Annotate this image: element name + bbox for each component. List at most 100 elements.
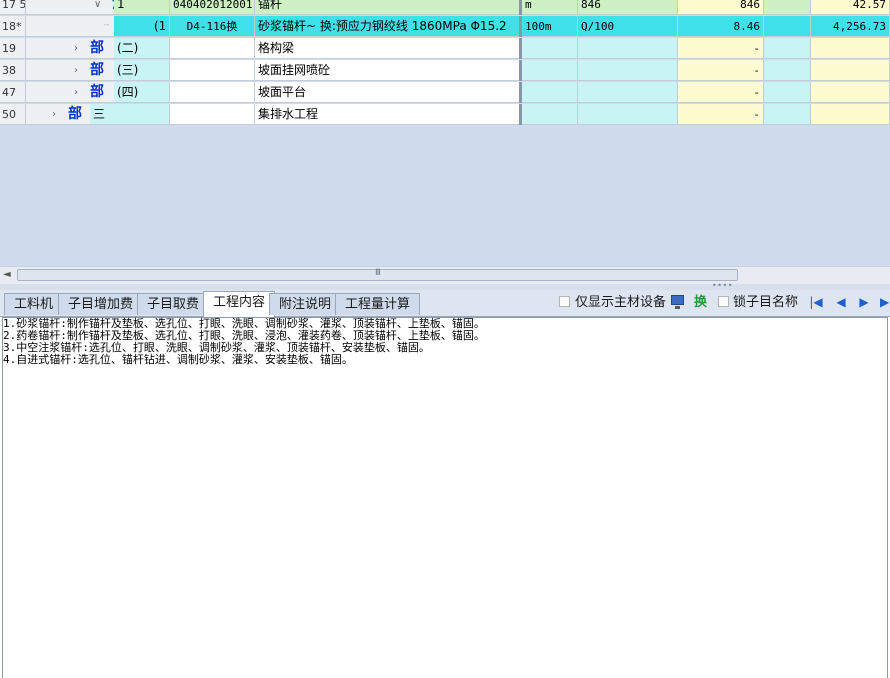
seq-cell[interactable]: 1	[114, 0, 170, 15]
name-cell[interactable]: 坡面平台	[255, 82, 520, 103]
quantity-cell[interactable]: 846	[578, 0, 678, 15]
price-cell[interactable]: -	[678, 82, 764, 103]
lock-item-name-checkbox[interactable]	[718, 296, 729, 307]
chevron-right-icon[interactable]: ›	[74, 60, 78, 80]
price-cell[interactable]: -	[678, 60, 764, 81]
budget-grid: 17 5 ∨ 清 1 040402012001 锚杆 m 846 846 42.…	[0, 0, 890, 128]
quantity-cell[interactable]	[578, 104, 678, 125]
work-content-textarea[interactable]: 1.砂浆锚杆:制作锚杆及垫板、选孔位、打眼、洗眼、调制砂浆、灌浆、顶装锚杆、上垫…	[2, 317, 888, 678]
tab-work-content[interactable]: 工程内容	[203, 291, 276, 317]
code-cell[interactable]	[170, 82, 255, 103]
seq-cell[interactable]: (三)	[114, 60, 170, 81]
row-number: 19	[0, 38, 26, 59]
seq-cell[interactable]: (1	[114, 16, 170, 37]
row-number: 18*	[0, 16, 26, 37]
work-content-line: 4.自进式锚杆:选孔位、锚杆钻进、调制砂浆、灌浆、安装垫板、锚固。	[3, 353, 353, 366]
monitor-icon[interactable]	[671, 295, 684, 309]
type-badge: 部	[90, 62, 104, 78]
unit-cell[interactable]: m	[522, 0, 578, 15]
horizontal-scrollbar[interactable]: ◄ III	[0, 266, 890, 284]
price-cell[interactable]: -	[678, 38, 764, 59]
price-cell[interactable]: -	[678, 104, 764, 125]
previous-record-icon[interactable]: ◀	[834, 294, 848, 310]
table-row[interactable]: 17 5 ∨ 清 1 040402012001 锚杆 m 846 846 42.…	[0, 0, 890, 16]
tab-labor-materials[interactable]: 工料机	[4, 293, 64, 315]
quantity-cell[interactable]	[578, 60, 678, 81]
scroll-left-icon[interactable]: ◄	[3, 269, 11, 280]
name-cell[interactable]: 集排水工程	[255, 104, 520, 125]
code-cell[interactable]	[170, 60, 255, 81]
chevron-right-icon[interactable]: ›	[52, 104, 56, 124]
unit-cell[interactable]	[522, 60, 578, 81]
unit-cell[interactable]: 100m	[522, 16, 578, 37]
code-cell[interactable]	[170, 38, 255, 59]
extra-cell[interactable]	[764, 16, 811, 37]
table-row[interactable]: 19 › 部 (二) 格构梁 -	[0, 38, 890, 60]
tree-cell: › 部	[26, 82, 114, 103]
tree-cell: › 部	[26, 38, 114, 59]
extra-cell[interactable]	[764, 38, 811, 59]
grid-empty-area	[0, 128, 890, 266]
quantity-cell[interactable]	[578, 82, 678, 103]
show-main-materials-checkbox[interactable]	[559, 296, 570, 307]
extra-cell[interactable]	[764, 104, 811, 125]
last-record-icon[interactable]: ▶|	[880, 294, 890, 310]
row-number: 17 5	[0, 0, 26, 15]
name-cell[interactable]: 砂浆锚杆~ 换:预应力钢绞线 1860MPa Φ15.2	[255, 16, 520, 37]
tree-cell: ┈ 子	[26, 16, 114, 37]
unit-cell[interactable]	[522, 38, 578, 59]
name-cell[interactable]: 格构梁	[255, 38, 520, 59]
tab-item-fee[interactable]: 子目取费	[137, 293, 210, 315]
scrollbar-grip: III	[375, 268, 381, 278]
tree-cell: ∨ 清	[26, 0, 114, 15]
table-row[interactable]: 47 › 部 (四) 坡面平台 -	[0, 82, 890, 104]
unit-cell[interactable]	[522, 104, 578, 125]
name-cell[interactable]: 坡面挂网喷砼	[255, 60, 520, 81]
quantity-cell[interactable]: Q/100	[578, 16, 678, 37]
tab-quantity-calc[interactable]: 工程量计算	[335, 293, 421, 315]
seq-cell[interactable]: (二)	[114, 38, 170, 59]
tree-cell: › 部	[26, 60, 114, 81]
chevron-right-icon[interactable]: ›	[74, 38, 78, 58]
next-record-icon[interactable]: ▶	[857, 294, 871, 310]
code-cell[interactable]: D4-116换	[170, 16, 255, 37]
seq-cell[interactable]: (四)	[114, 82, 170, 103]
row-number: 50	[0, 104, 26, 125]
tree-cell: › 部	[26, 104, 90, 125]
seq-cell[interactable]: 三	[90, 104, 170, 125]
chevron-right-icon[interactable]: ›	[74, 82, 78, 102]
name-cell[interactable]: 锚杆	[255, 0, 520, 15]
quantity-cell[interactable]	[578, 38, 678, 59]
table-row[interactable]: 38 › 部 (三) 坡面挂网喷砼 -	[0, 60, 890, 82]
total-cell[interactable]	[811, 38, 890, 59]
table-row-selected[interactable]: 18* ┈ 子 (1 D4-116换 砂浆锚杆~ 换:预应力钢绞线 1860MP…	[0, 16, 890, 38]
extra-cell[interactable]	[764, 60, 811, 81]
tab-bar: 工料机 子目增加费 子目取费 工程内容 附注说明 工程量计算 仅显示主材设备 换…	[0, 290, 890, 317]
extra-cell[interactable]	[764, 0, 811, 15]
table-row[interactable]: 50 › 部 三 集排水工程 -	[0, 104, 890, 126]
code-cell[interactable]	[170, 104, 255, 125]
lock-item-name-label: 锁子目名称	[733, 295, 799, 310]
total-cell[interactable]: 42.57	[811, 0, 890, 15]
swap-button[interactable]: 换	[694, 293, 707, 313]
chevron-down-icon[interactable]: ∨	[94, 0, 101, 14]
total-cell[interactable]	[811, 60, 890, 81]
extra-cell[interactable]	[764, 82, 811, 103]
type-badge: 部	[90, 40, 104, 56]
total-cell[interactable]	[811, 82, 890, 103]
tab-item-surcharge[interactable]: 子目增加费	[58, 293, 144, 315]
type-badge: 部	[68, 106, 82, 122]
first-record-icon[interactable]: |◀	[809, 294, 823, 310]
tree-connector: ┈	[104, 21, 110, 31]
scrollbar-thumb[interactable]: III	[17, 268, 738, 281]
unit-cell[interactable]	[522, 82, 578, 103]
price-cell[interactable]: 8.46	[678, 16, 764, 37]
row-number: 38	[0, 60, 26, 81]
row-number: 47	[0, 82, 26, 103]
code-cell[interactable]: 040402012001	[170, 0, 255, 15]
total-cell[interactable]	[811, 104, 890, 125]
tab-notes[interactable]: 附注说明	[269, 293, 342, 315]
total-cell[interactable]: 4,256.73	[811, 16, 890, 37]
price-cell[interactable]: 846	[678, 0, 764, 15]
type-badge: 部	[90, 84, 104, 100]
